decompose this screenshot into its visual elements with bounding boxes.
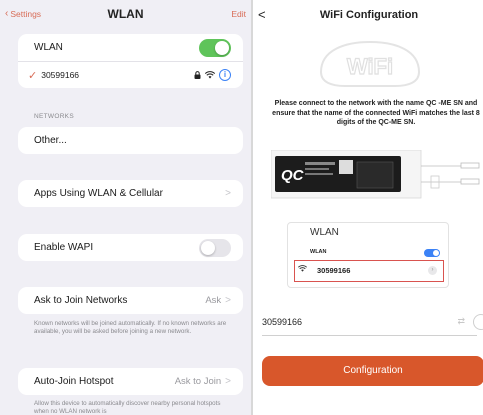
- checkmark-icon: ✓: [28, 69, 38, 82]
- chevron-right-icon: >: [225, 295, 231, 306]
- ios-wlan-settings: ‹ Settings WLAN Edit WLAN ✓ 30599166 i N…: [0, 0, 251, 415]
- connected-ssid: 30599166: [41, 70, 80, 80]
- ssid-input-value: 30599166: [262, 317, 303, 327]
- screenshot-stage: ‹ Settings WLAN Edit WLAN ✓ 30599166 i N…: [0, 0, 483, 415]
- other-network-card: Other...: [18, 127, 243, 154]
- info-icon: ›: [428, 266, 437, 275]
- wifi-signal-icon: [298, 265, 307, 274]
- edit-button[interactable]: Edit: [231, 9, 246, 19]
- other-label: Other...: [34, 135, 67, 146]
- chevron-right-icon: >: [225, 376, 231, 387]
- page-title: WLAN: [107, 7, 144, 21]
- wlan-toggle-row: WLAN: [18, 34, 243, 61]
- ssid-input[interactable]: 30599166 ⇄: [262, 308, 483, 336]
- lock-icon: [194, 71, 201, 79]
- config-nav-bar: < WiFi Configuration: [253, 0, 483, 30]
- apps-wlan-cellular-row[interactable]: Apps Using WLAN & Cellular >: [18, 180, 243, 207]
- networks-section-header: NETWORKS: [34, 113, 74, 120]
- autojoin-label: Auto-Join Hotspot: [34, 376, 114, 387]
- wifi-signal-icon: [205, 71, 215, 79]
- wapi-card: Enable WAPI: [18, 234, 243, 261]
- device-illustration: QC: [270, 149, 481, 200]
- visibility-toggle-icon[interactable]: [473, 314, 483, 330]
- page-title: WiFi Configuration: [319, 9, 419, 21]
- illustration-ssid: 30599166: [317, 266, 351, 275]
- wapi-label: Enable WAPI: [34, 242, 94, 253]
- wifi-configuration-screen: < WiFi Configuration WiFi Please connect…: [251, 0, 483, 415]
- other-network-row[interactable]: Other...: [18, 127, 243, 154]
- illustration-wlan-label: WLAN: [310, 249, 327, 255]
- apps-label: Apps Using WLAN & Cellular: [34, 188, 163, 199]
- ask-card: Ask to Join Networks Ask >: [18, 287, 243, 314]
- illustration-toggle: [424, 249, 440, 257]
- ask-to-join-row[interactable]: Ask to Join Networks Ask >: [18, 287, 243, 314]
- wifi-logo-text: WiFi: [347, 54, 393, 79]
- connected-network-row[interactable]: ✓ 30599166 i: [18, 61, 243, 88]
- wifi-logo-graphic: WiFi: [319, 40, 421, 87]
- apps-card: Apps Using WLAN & Cellular >: [18, 180, 243, 207]
- autojoin-footnote: Allow this device to automatically disco…: [34, 400, 221, 415]
- wifi-logo: WiFi: [315, 38, 425, 90]
- highlighted-network-row: 30599166 ›: [294, 260, 444, 282]
- chevron-right-icon: >: [225, 188, 231, 199]
- network-status-icons: i: [194, 69, 231, 81]
- auto-join-hotspot-row[interactable]: Auto-Join Hotspot Ask to Join >: [18, 368, 243, 395]
- ios-nav-bar: ‹ Settings WLAN Edit: [0, 0, 251, 30]
- ask-footnote: Known networks will be joined automatica…: [34, 320, 227, 335]
- wlan-label: WLAN: [34, 42, 63, 53]
- info-icon[interactable]: i: [219, 69, 231, 81]
- autojoin-card: Auto-Join Hotspot Ask to Join >: [18, 368, 243, 395]
- ask-label: Ask to Join Networks: [34, 295, 128, 306]
- ask-value: Ask: [205, 295, 222, 306]
- instruction-text: Please connect to the network with the n…: [272, 100, 480, 126]
- swap-icon[interactable]: ⇄: [457, 316, 465, 327]
- illustration-title: WLAN: [310, 227, 339, 238]
- toggle-knob: [201, 240, 215, 255]
- device-svg: QC: [270, 149, 480, 199]
- configuration-button[interactable]: Configuration: [262, 356, 483, 386]
- wlan-toggle[interactable]: [199, 38, 231, 57]
- wapi-toggle[interactable]: [199, 238, 231, 257]
- illustration-wlan-row: WLAN: [310, 249, 440, 258]
- wlan-card: WLAN ✓ 30599166 i: [18, 34, 243, 88]
- enable-wapi-row: Enable WAPI: [18, 234, 243, 261]
- device-brand: QC: [281, 167, 305, 184]
- autojoin-value: Ask to Join: [174, 376, 222, 387]
- toggle-knob: [215, 40, 229, 55]
